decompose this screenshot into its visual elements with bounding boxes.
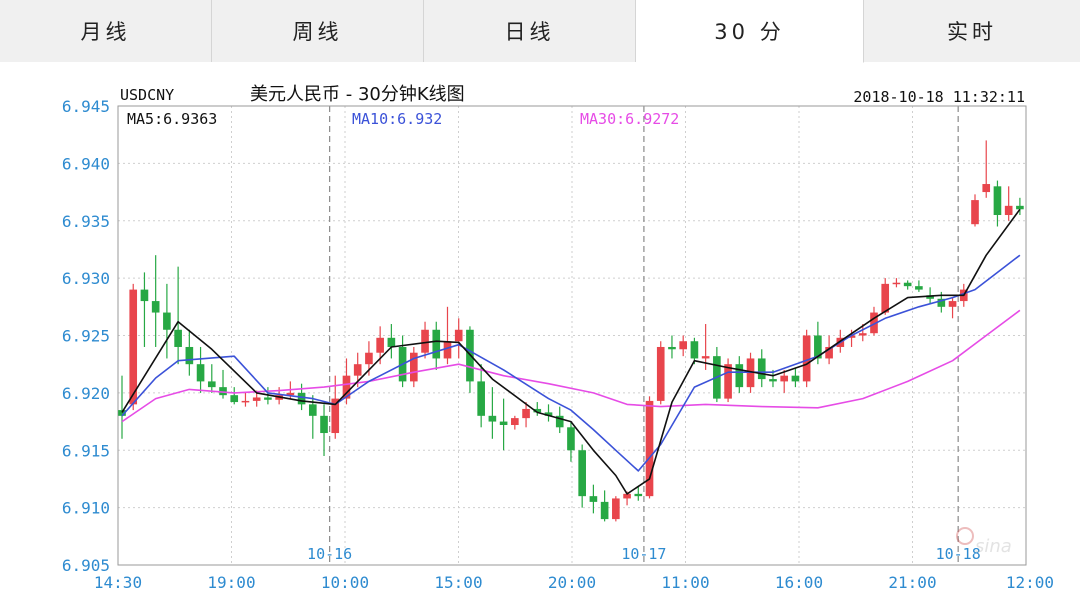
candle-body — [948, 301, 957, 307]
tab-monthly[interactable]: 月线 — [0, 0, 212, 62]
candle-body — [567, 427, 575, 451]
candle-body — [892, 282, 901, 285]
y-tick-label: 6.930 — [62, 269, 110, 288]
grid — [117, 105, 1027, 566]
candle-body — [982, 184, 991, 193]
date-marker-label: 10-17 — [621, 545, 666, 563]
candle-body — [690, 341, 699, 359]
ma10-legend: MA10:6.932 — [352, 110, 442, 128]
candle-body — [645, 400, 654, 497]
date-marker-label: 10-16 — [307, 545, 352, 563]
x-tick-label: 11:00 — [661, 573, 709, 592]
candle-body — [757, 358, 766, 380]
candle-body — [634, 493, 643, 497]
candle-body — [432, 329, 441, 359]
candle-body — [1004, 205, 1013, 216]
date-marker-label: 10-18 — [936, 545, 981, 563]
chart-title: 美元人民币 - 30分钟K线图 — [250, 84, 465, 105]
candle-body — [724, 364, 732, 399]
candle-body — [915, 286, 923, 290]
x-tick-label: 12:00 — [1006, 573, 1054, 592]
candle-body — [612, 498, 620, 520]
candle-body — [679, 341, 688, 350]
candle-body — [499, 421, 508, 426]
candle-body — [185, 346, 194, 365]
x-tick-label: 21:00 — [888, 573, 936, 592]
candle-body — [578, 450, 586, 497]
x-tick-label: 16:00 — [775, 573, 823, 592]
candle-body — [668, 346, 676, 350]
candle-body — [163, 312, 171, 330]
y-tick-label: 6.940 — [62, 154, 110, 173]
candle-body — [971, 200, 979, 225]
candle-body — [353, 364, 362, 376]
candle-body — [174, 329, 182, 347]
candle-body — [320, 415, 328, 434]
x-tick-label: 14:30 — [94, 573, 142, 592]
candle-body — [858, 333, 867, 336]
candle-body — [701, 356, 710, 359]
period-tabbar: 月线 周线 日线 30 分 实时 — [0, 0, 1080, 63]
y-tick-label: 6.945 — [62, 97, 110, 116]
candle-body — [308, 404, 317, 416]
candle-body — [881, 283, 890, 313]
datetime-label: 2018-10-18 11:32:11 — [853, 88, 1025, 106]
candle-body — [1016, 205, 1024, 210]
chart-area: 6.945 6.940 6.935 6.930 6.925 6.920 6.915 6.910… — [0, 62, 1080, 612]
symbol-label: USDCNY — [120, 86, 174, 104]
candle-body — [376, 337, 384, 353]
candle-body — [421, 329, 429, 353]
candlestick-chart: 6.945 6.940 6.935 6.930 6.925 6.920 6.915 6.910… — [62, 84, 1054, 592]
candle-body — [769, 379, 777, 382]
tab-30min[interactable]: 30 分 — [636, 0, 864, 63]
candle-body — [264, 397, 272, 400]
candle-body — [207, 381, 216, 388]
y-tick-label: 6.915 — [62, 441, 110, 460]
candle-body — [230, 395, 239, 403]
candle-body — [656, 346, 665, 401]
x-tick-label: 20:00 — [548, 573, 596, 592]
ma30-legend: MA30:6.9272 — [580, 110, 679, 128]
candle-body — [151, 301, 160, 313]
tab-daily[interactable]: 日线 — [424, 0, 636, 62]
candle-body — [297, 392, 306, 405]
candle-body — [735, 364, 744, 388]
candle-body — [365, 352, 373, 365]
candle-body — [791, 375, 800, 382]
candle-body — [241, 400, 250, 403]
y-axis-ticks: 6.945 6.940 6.935 6.930 6.925 6.920 6.915 6.910… — [62, 97, 110, 575]
tab-realtime[interactable]: 实时 — [864, 0, 1080, 62]
candles — [118, 140, 1024, 522]
ma5-legend: MA5:6.9363 — [127, 110, 217, 128]
candle-body — [903, 282, 912, 287]
candle-body — [511, 418, 519, 426]
date-labels: 10-16 10-17 10-18 — [307, 545, 981, 563]
x-tick-label: 19:00 — [207, 573, 255, 592]
candle-body — [387, 337, 396, 347]
watermark-text: sina — [975, 536, 1012, 557]
candle-body — [140, 289, 149, 302]
candle-body — [522, 408, 530, 419]
candle-body — [780, 375, 789, 382]
x-tick-label: 10:00 — [321, 573, 369, 592]
candle-body — [454, 329, 463, 342]
candle-body — [589, 496, 598, 502]
y-tick-label: 6.935 — [62, 212, 110, 231]
x-axis-ticks: 14:30 19:00 10:00 15:00 20:00 11:00 16:00 21:00… — [94, 573, 1054, 592]
candle-body — [129, 289, 138, 405]
candle-body — [600, 501, 609, 520]
y-tick-label: 6.920 — [62, 384, 110, 403]
candle-body — [477, 381, 485, 416]
candle-body — [993, 186, 1002, 216]
x-tick-label: 15:00 — [434, 573, 482, 592]
candle-body — [252, 397, 261, 401]
tab-weekly[interactable]: 周线 — [212, 0, 424, 62]
candle-body — [443, 341, 452, 359]
candle-body — [196, 364, 205, 382]
y-tick-label: 6.925 — [62, 327, 110, 346]
candle-body — [488, 415, 497, 422]
y-tick-label: 6.910 — [62, 499, 110, 518]
